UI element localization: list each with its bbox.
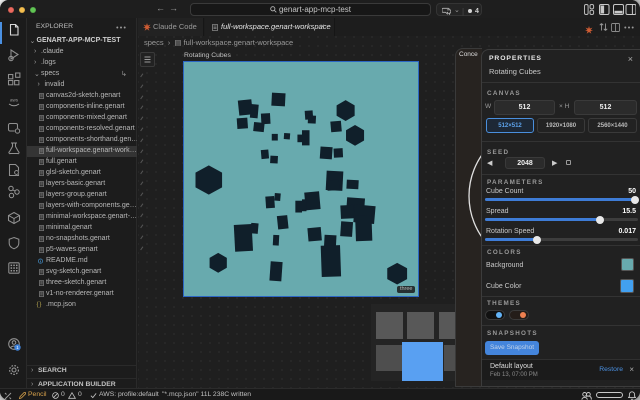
svg-text:aws: aws [10,98,19,103]
